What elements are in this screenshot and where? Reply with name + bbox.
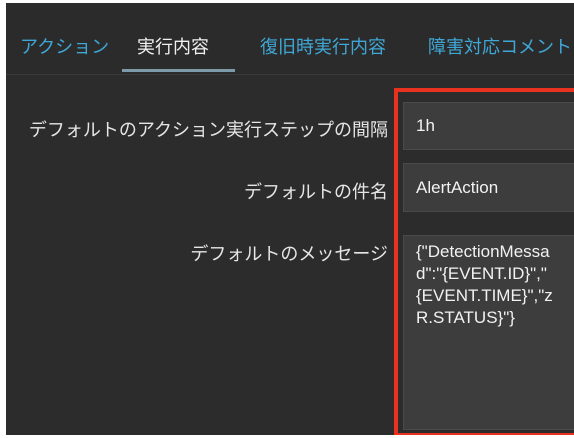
tab-execution-content[interactable]: 実行内容 — [137, 33, 209, 59]
message-line: d":"{EVENT.ID}"," — [416, 264, 547, 283]
tab-recovery-execution-content[interactable]: 復旧時実行内容 — [260, 33, 386, 59]
subject-value: AlertAction — [416, 177, 499, 197]
message-textarea[interactable]: {"DetectionMessa d":"{EVENT.ID}"," {EVEN… — [403, 235, 574, 430]
action-settings-panel: アクション 実行内容 復旧時実行内容 障害対応コメント デフォルトのアクション実… — [6, 3, 574, 435]
message-line: R.STATUS}"} — [416, 308, 515, 327]
step-interval-value: 1h — [416, 116, 435, 135]
message-line: {EVENT.TIME}","z — [416, 286, 553, 305]
subject-input[interactable]: AlertAction — [403, 163, 574, 212]
subject-label: デフォルトの件名 — [244, 182, 388, 203]
step-interval-label: デフォルトのアクション実行ステップの間隔 — [28, 120, 388, 141]
tab-divider — [6, 74, 574, 75]
step-interval-input[interactable]: 1h — [403, 102, 574, 150]
message-label: デフォルトのメッセージ — [190, 244, 388, 265]
message-line: {"DetectionMessa — [416, 242, 550, 261]
tab-action[interactable]: アクション — [20, 33, 109, 59]
active-tab-indicator — [122, 69, 235, 72]
tab-bar: アクション 実行内容 復旧時実行内容 障害対応コメント — [6, 3, 574, 75]
tab-incident-comment[interactable]: 障害対応コメント — [428, 33, 572, 59]
